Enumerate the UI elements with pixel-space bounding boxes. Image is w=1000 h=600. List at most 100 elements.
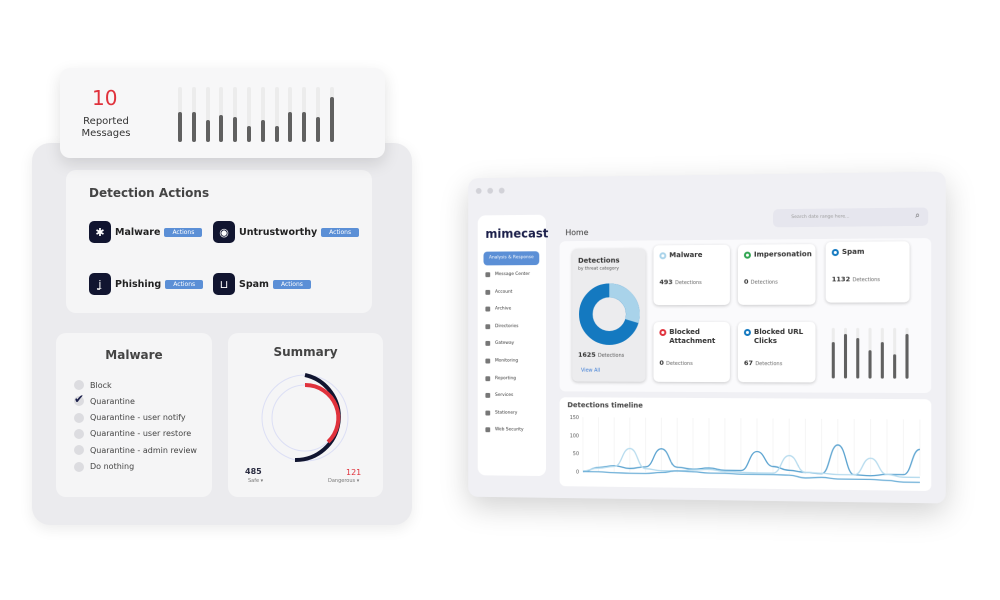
reported-bar [329,87,334,142]
action-spam: ⊔ Spam Actions [213,273,311,295]
window-dot[interactable] [475,187,482,194]
dangerous-dropdown[interactable]: Dangerous ▾ [328,478,359,484]
tile-spam[interactable]: Spam 1132 Detections [825,241,910,303]
status-dot-icon [743,328,751,336]
malware-options-title: Malware [105,348,163,362]
nav-item[interactable]: Archive [485,307,511,312]
summary-ring-chart [261,373,349,463]
nav-icon [485,324,491,329]
nav-icon [485,410,491,416]
reported-bar [219,87,224,142]
malware-option[interactable]: Quarantine - admin review [74,445,197,456]
untrustworthy-actions-button[interactable]: Actions [321,227,360,237]
nav-item[interactable]: Gateway [485,341,514,346]
safe-dropdown[interactable]: Safe ▾ [248,478,263,484]
nav-item[interactable]: Stationery [485,410,517,416]
overview-panel: Detections by threat category 1625 Detec… [559,238,932,394]
detections-donut [579,283,640,345]
nav-item[interactable]: Directories [485,324,518,329]
mini-bar [843,327,848,379]
bug-icon: ✱ [89,221,111,243]
view-all-link[interactable]: View All [581,368,600,374]
malware-actions-button[interactable]: Actions [164,227,203,237]
sidebar: mimecast Analysis & Response Message Cent… [477,214,548,477]
status-dot-icon [659,329,667,337]
reported-label: Reported Messages [81,116,131,139]
reported-count: 10 [92,86,118,110]
nav-item[interactable]: Account [485,289,512,295]
dashboard-window: mimecast Analysis & Response Message Cent… [468,171,946,504]
y-tick-label: 150 [570,415,579,421]
malware-options-card: Malware Block ✔ Quarantine Quarantine - use… [56,333,212,497]
malware-option[interactable]: Quarantine - user notify [74,412,186,423]
radio[interactable] [74,380,84,390]
search-icon[interactable]: ⌕ [915,211,920,221]
nav-item[interactable]: Monitoring [485,358,518,364]
timeline-chart: 150 100 50 0 [570,415,932,491]
reported-bar [274,87,279,142]
malware-option[interactable]: Do nothing [74,461,134,472]
reported-bar [191,87,196,142]
nav-item[interactable]: Message Center [485,272,530,278]
detections-timeline-panel: Detections timeline 150 100 50 0 [559,397,932,492]
radio[interactable] [74,445,84,456]
malware-option[interactable]: Quarantine - user restore [74,428,191,439]
phishing-actions-button[interactable]: Actions [165,279,204,289]
nav-item[interactable]: Reporting [485,375,516,381]
window-dot[interactable] [498,187,505,194]
mini-bar [856,327,860,379]
reported-messages-card: 10 Reported Messages [60,68,385,158]
mini-bar [893,327,897,379]
nav-icon [485,289,491,295]
reported-bar [316,87,320,142]
spam-actions-button[interactable]: Actions [272,279,311,289]
y-tick-label: 100 [570,433,579,439]
nav-icon [485,272,491,278]
radio[interactable] [74,412,84,423]
mini-bar [868,327,872,379]
mini-bar [831,327,835,379]
timeline-series-0 [583,443,920,477]
status-dot-icon [743,251,751,259]
status-dot-icon [831,248,839,257]
nav-item[interactable]: Services [485,393,513,398]
y-tick-label: 0 [576,469,579,475]
status-dot-icon [659,252,667,260]
reported-bar [247,87,251,142]
malware-slice [609,290,633,321]
reported-bar [302,87,307,142]
malware-option[interactable]: Block [74,380,112,390]
search-input[interactable]: Search date range here... ⌕ [773,207,929,228]
radio[interactable] [74,428,84,439]
radio[interactable] [74,461,84,472]
summary-title: Summary [273,345,338,359]
reported-bar [260,87,265,142]
malware-option[interactable]: ✔ Quarantine [74,392,135,407]
nav-analysis-response[interactable]: Analysis & Response [483,251,540,266]
action-untrustworthy: ◉ Untrustworthy Actions [213,221,360,243]
tile-blocked-url-clicks[interactable]: Blocked URL Clicks 67 Detections [737,321,816,383]
nav-icon [485,393,491,399]
nav-item[interactable]: Web Security [485,427,524,433]
reported-bar [205,87,210,142]
tile-impersonation[interactable]: Impersonation 0 Detections [737,244,816,305]
nav-icon [485,375,491,381]
summary-card: Summary 485 Safe ▾ 121 Dangerous ▾ [228,333,383,497]
tile-blocked-attachment[interactable]: Blocked Attachment 0 Detections [653,321,730,383]
action-phishing: ʝ Phishing Actions [89,273,204,295]
checked-radio[interactable]: ✔ [74,392,84,407]
inbox-icon: ⊔ [213,273,235,295]
nav-icon [485,341,491,347]
hook-icon: ʝ [89,273,111,295]
action-malware: ✱ Malware Actions [89,221,203,243]
nav-icon [485,306,491,312]
mini-bar [880,327,884,379]
detections-card: Detections by threat category 1625 Detec… [572,248,646,382]
safe-count: 485 [245,467,262,476]
nav-icon [485,427,491,433]
page-title: Home [565,228,589,238]
tile-malware[interactable]: Malware 493 Detections [653,244,730,306]
window-dot[interactable] [487,187,494,194]
detection-actions-card: Detection Actions ✱ Malware Actions ◉ Un… [66,170,372,313]
mini-bar [905,327,909,379]
